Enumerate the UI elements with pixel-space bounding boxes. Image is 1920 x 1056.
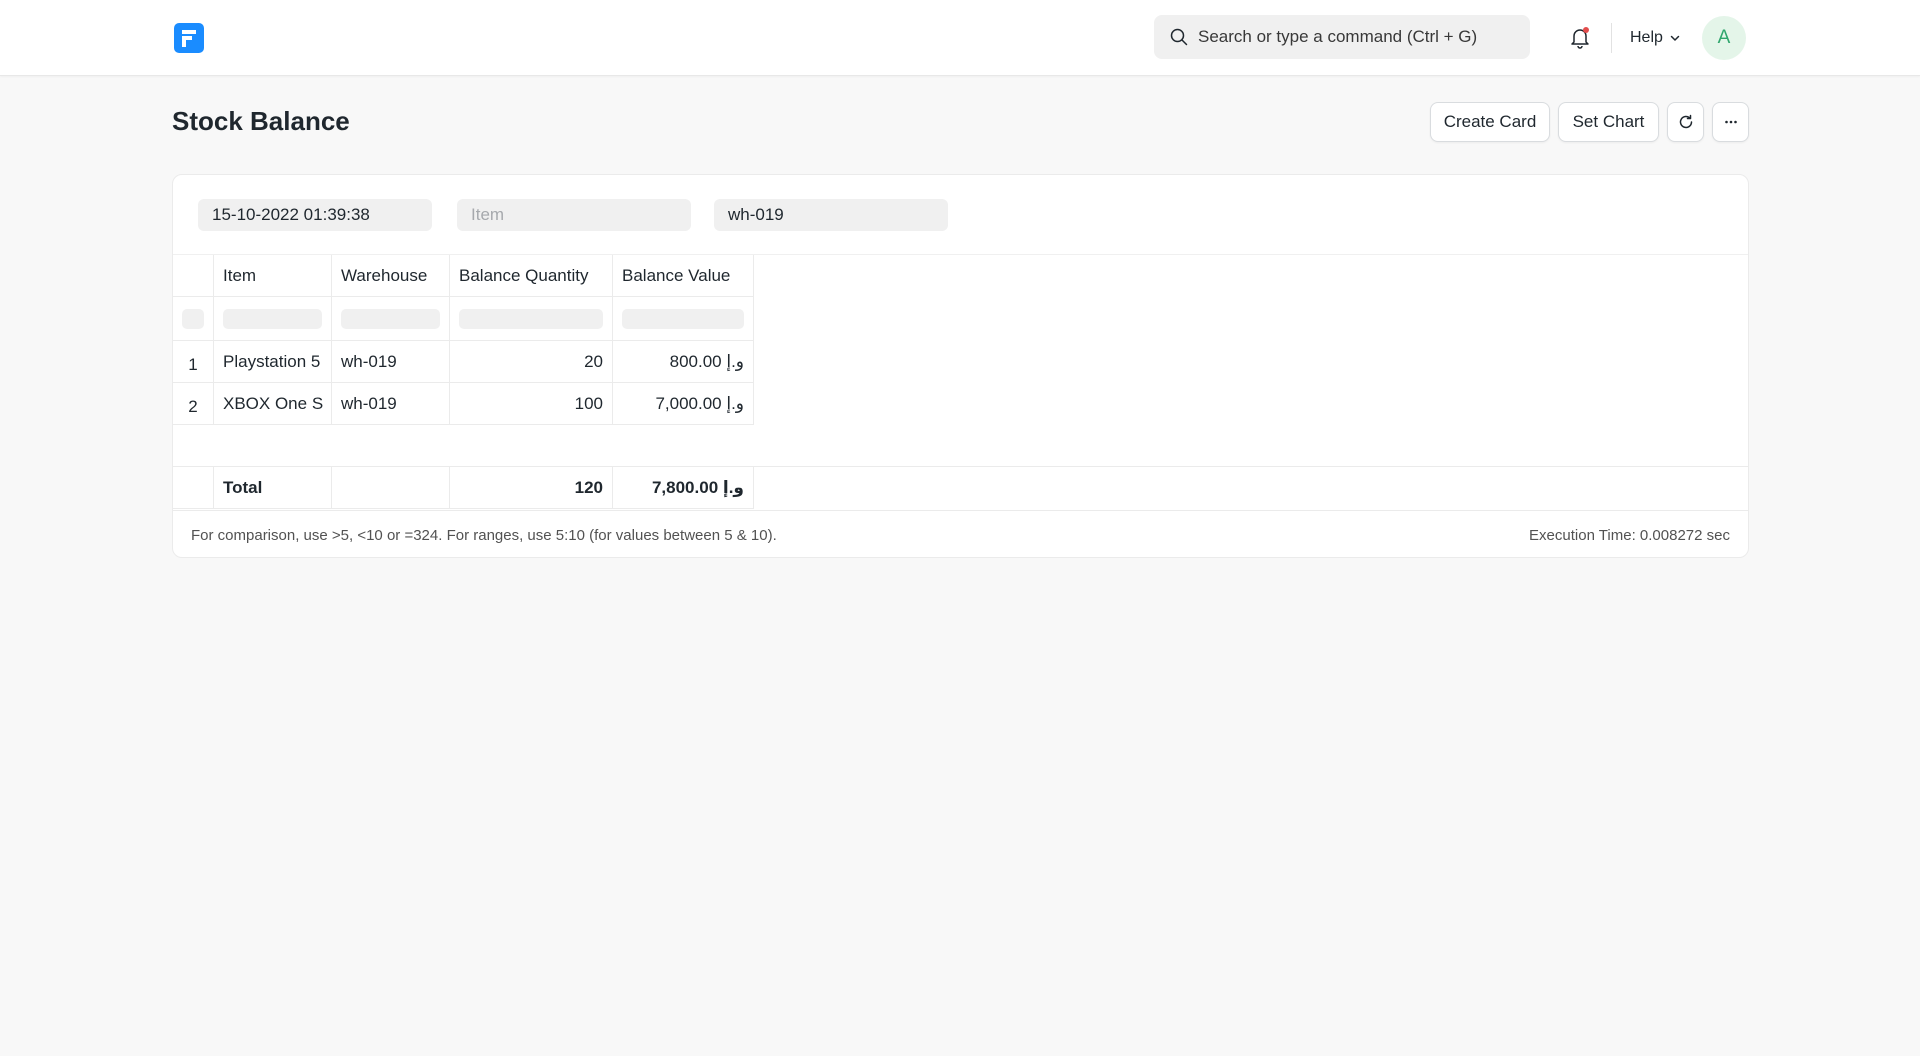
more-horizontal-icon — [1724, 120, 1737, 124]
column-filter-balance-quantity[interactable] — [450, 297, 613, 341]
row-index: 1 — [173, 341, 214, 383]
help-dropdown[interactable]: Help — [1630, 26, 1681, 50]
table-cell-item[interactable]: Playstation 5 — [214, 341, 332, 383]
create-card-button[interactable]: Create Card — [1430, 102, 1550, 142]
table-cell-balance-value[interactable]: 800.00 و.إ — [613, 341, 754, 383]
total-row-index-cell — [173, 467, 214, 509]
column-filter-item[interactable] — [214, 297, 332, 341]
table-cell-item[interactable]: XBOX One S — [214, 383, 332, 425]
report-card: Item Warehouse Balance Quantity Balance … — [172, 174, 1749, 558]
column-filter-balance-value[interactable] — [613, 297, 754, 341]
header-index-cell — [173, 255, 214, 297]
total-balance-value: 7,800.00 و.إ — [613, 467, 754, 509]
notification-dot — [1583, 27, 1589, 33]
total-row-warehouse — [332, 467, 450, 509]
chevron-down-icon — [1670, 35, 1680, 41]
table-cell-balance-value[interactable]: 7,000.00 و.إ — [613, 383, 754, 425]
total-balance-quantity: 120 — [450, 467, 613, 509]
warehouse-filter[interactable] — [714, 199, 948, 231]
awesomebar-search[interactable] — [1154, 15, 1530, 59]
table-spacer — [173, 425, 1748, 467]
total-row-label: Total — [214, 467, 332, 509]
filter-row-checkbox-placeholder — [182, 308, 204, 329]
search-icon — [1170, 28, 1188, 46]
row-index: 2 — [173, 383, 214, 425]
set-chart-button[interactable]: Set Chart — [1558, 102, 1659, 142]
search-input[interactable] — [1198, 15, 1518, 59]
frappe-logo-icon[interactable] — [174, 23, 204, 53]
column-header-warehouse[interactable]: Warehouse — [332, 255, 450, 297]
more-actions-button[interactable] — [1712, 102, 1749, 142]
item-filter[interactable] — [457, 199, 691, 231]
refresh-button[interactable] — [1667, 102, 1704, 142]
page-title: Stock Balance — [172, 106, 350, 136]
table-cell-warehouse[interactable]: wh-019 — [332, 383, 450, 425]
user-avatar[interactable]: A — [1702, 16, 1746, 60]
help-label: Help — [1630, 29, 1663, 46]
column-header-item[interactable]: Item — [214, 255, 332, 297]
table-cell-balance-quantity[interactable]: 100 — [450, 383, 613, 425]
navbar: Help A — [0, 0, 1920, 76]
avatar-initial: A — [1717, 27, 1731, 48]
table-cell-balance-quantity[interactable]: 20 — [450, 341, 613, 383]
date-filter[interactable] — [198, 199, 432, 231]
footer-divider — [173, 510, 1748, 511]
column-header-balance-value[interactable]: Balance Value — [613, 255, 754, 297]
column-header-balance-quantity[interactable]: Balance Quantity — [450, 255, 613, 297]
table-cell-warehouse[interactable]: wh-019 — [332, 341, 450, 383]
navbar-divider — [1611, 23, 1612, 53]
filter-row-index-cell — [173, 297, 214, 341]
filter-hint: For comparison, use >5, <10 or =324. For… — [191, 527, 777, 544]
refresh-icon — [1679, 114, 1692, 129]
execution-time: Execution Time: 0.008272 sec — [1529, 527, 1730, 544]
column-filter-warehouse[interactable] — [332, 297, 450, 341]
